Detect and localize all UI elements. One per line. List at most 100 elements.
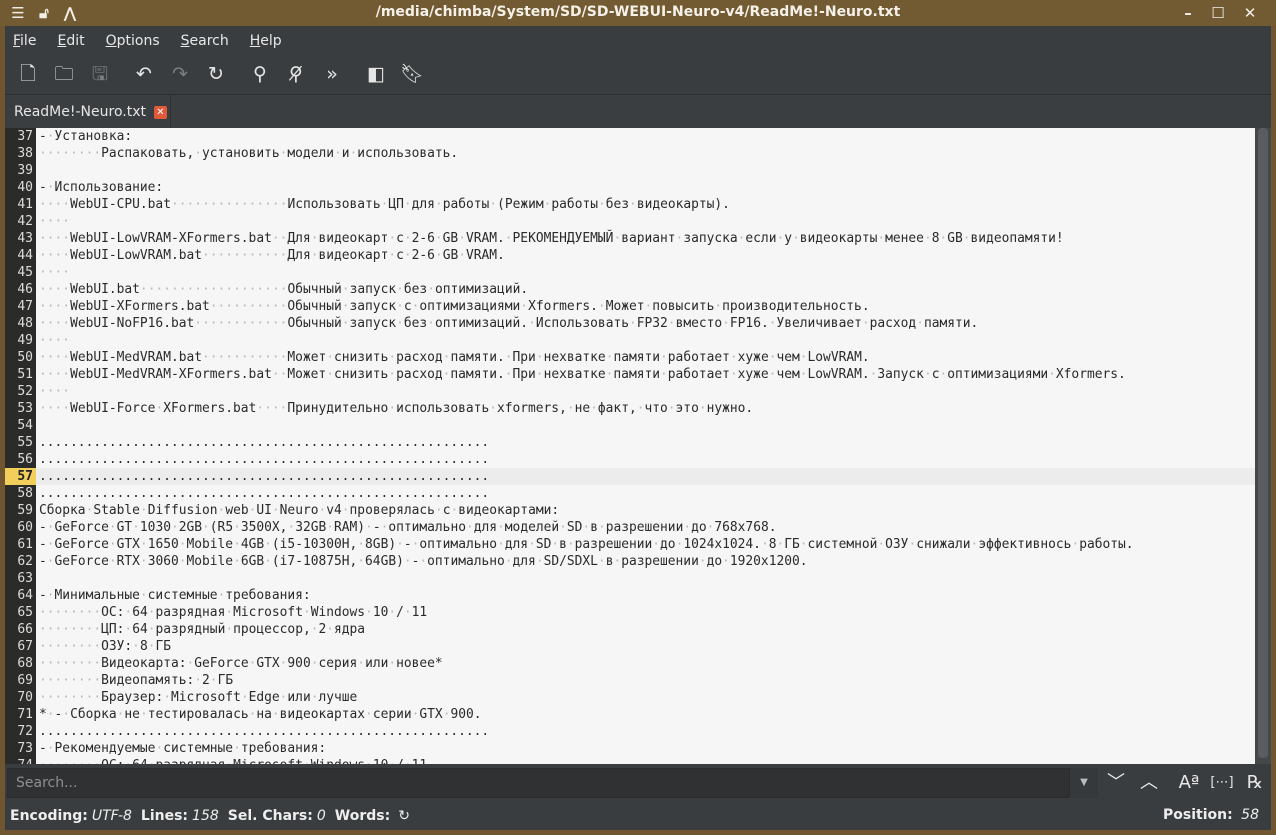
line-number: 74: [5, 757, 36, 764]
line-text: [39, 264, 70, 281]
line-text: - Использование:: [39, 179, 163, 196]
editor-line[interactable]: 39: [5, 162, 1255, 179]
line-text: [39, 383, 70, 400]
editor-line[interactable]: 62 - GeForce RTX 3060 Mobile 6GB (i7-1087…: [5, 553, 1255, 570]
menu-search[interactable]: Search: [181, 31, 229, 51]
tab-readme[interactable]: ReadMe!-Neuro.txt ✕: [5, 95, 171, 129]
maximize-button[interactable]: ☐: [1208, 3, 1228, 23]
scrollbar-thumb[interactable]: [1258, 128, 1268, 758]
tab-close-icon[interactable]: ✕: [153, 105, 167, 119]
line-number: 64: [17, 588, 33, 603]
line-number: 44: [17, 248, 33, 263]
menu-edit[interactable]: Edit: [57, 31, 84, 51]
side-pane-icon[interactable]: ◧: [363, 61, 389, 87]
editor-line[interactable]: 51 WebUI-MedVRAM-XFormers.bat Может сниз…: [5, 366, 1255, 383]
editor-line[interactable]: 50 WebUI-MedVRAM.bat Может снизить расхо…: [5, 349, 1255, 366]
editor-line[interactable]: 72......................................…: [5, 723, 1255, 740]
editor-line[interactable]: 48 WebUI-NoFP16.bat Обычный запуск без о…: [5, 315, 1255, 332]
editor-line[interactable]: 52: [5, 383, 1255, 400]
editor-line[interactable]: 58......................................…: [5, 485, 1255, 502]
redo-icon[interactable]: ↷: [167, 61, 193, 87]
editor-line[interactable]: 67 ОЗУ: 8 ГБ: [5, 638, 1255, 655]
line-text: ........................................…: [39, 486, 490, 501]
editor-line[interactable]: 38 Распаковать, установить модели и испо…: [5, 145, 1255, 162]
line-text: - GeForce GTX 1650 Mobile 4GB (i5-10300H…: [39, 536, 1134, 553]
minimize-button[interactable]: –: [1178, 3, 1198, 23]
editor-line[interactable]: 60 - GeForce GT 1030 2GB (R5 3500X, 32GB …: [5, 519, 1255, 536]
search-input[interactable]: [7, 768, 1070, 798]
line-text: WebUI-Force XFormers.bat Принудительно и…: [39, 400, 753, 417]
editor-line[interactable]: 53 WebUI-Force XFormers.bat Принудительн…: [5, 400, 1255, 417]
editor-line[interactable]: 63: [5, 570, 1255, 587]
editor-line[interactable]: 69 Видеопамять: 2 ГБ: [5, 672, 1255, 689]
editor-line[interactable]: 42: [5, 213, 1255, 230]
match-case-button[interactable]: Aª: [1174, 768, 1204, 798]
editor-line[interactable]: 41 WebUI-CPU.bat Использовать ЦП для раб…: [5, 196, 1255, 213]
open-folder-icon[interactable]: 🗀: [51, 61, 77, 87]
close-button[interactable]: ✕: [1240, 3, 1260, 23]
line-number: 70: [17, 690, 33, 705]
encoding-label: Encoding:: [10, 807, 88, 824]
toolbar: 🗋 🗀 🖫 ↶ ↷ ↻ ⚲ ⚲̸ » ◧ 🔖︎: [5, 55, 1271, 93]
line-number: 60: [17, 520, 33, 535]
editor-line[interactable]: 61 - GeForce GTX 1650 Mobile 4GB (i5-1030…: [5, 536, 1255, 553]
new-file-icon[interactable]: 🗋: [15, 61, 41, 87]
text-editor[interactable]: 37- Установка:38 Распаковать, установить…: [5, 128, 1255, 764]
line-text: [39, 213, 70, 230]
editor-lines: 37- Установка:38 Распаковать, установить…: [5, 128, 1255, 764]
words-label: Words:: [334, 807, 391, 824]
line-text: * - Сборка не тестировалась на видеокарт…: [39, 706, 482, 723]
editor-line[interactable]: 71 * - Сборка не тестировалась на видеока…: [5, 706, 1255, 723]
editor-line[interactable]: 49: [5, 332, 1255, 349]
editor-line[interactable]: 37 - Установка:: [5, 128, 1255, 145]
editor-line[interactable]: 57......................................…: [5, 468, 1255, 485]
editor-line[interactable]: 59 Сборка Stable Diffusion web UI Neuro v…: [5, 502, 1255, 519]
go-to-line-icon[interactable]: »: [319, 61, 345, 87]
undo-icon[interactable]: ↶: [131, 61, 157, 87]
editor-line[interactable]: 70 Браузер: Microsoft Edge или лучше: [5, 689, 1255, 706]
save-icon[interactable]: 🖫: [87, 61, 113, 87]
editor-line[interactable]: 74 ОС: 64 разрядная Microsoft Windows 10…: [5, 757, 1255, 764]
editor-line[interactable]: 68 Видеокарта: GeForce GTX 900 серия или…: [5, 655, 1255, 672]
editor-line[interactable]: 40 - Использование:: [5, 179, 1255, 196]
reload-icon[interactable]: ↻: [203, 61, 229, 87]
line-text: - Рекомендуемые системные требования:: [39, 740, 326, 757]
menu-help[interactable]: Help: [250, 31, 282, 51]
line-number: 61: [17, 537, 33, 552]
line-text: ........................................…: [39, 724, 490, 739]
count-words-icon[interactable]: ↻: [398, 808, 410, 824]
search-bar: ▼ ﹀ ︿ Aª [⋯] ℞: [5, 765, 1271, 801]
line-text: ОС: 64 разрядная Microsoft Windows 10 / …: [39, 757, 427, 764]
editor-line[interactable]: 66 ЦП: 64 разрядный процессор, 2 ядра: [5, 621, 1255, 638]
find-icon[interactable]: ⚲: [247, 61, 273, 87]
line-text: [39, 332, 70, 349]
find-replace-icon[interactable]: ⚲̸: [283, 61, 309, 87]
line-text: ЦП: 64 разрядный процессор, 2 ядра: [39, 621, 365, 638]
vertical-scrollbar[interactable]: [1255, 128, 1271, 764]
find-next-button[interactable]: ﹀: [1101, 768, 1131, 798]
editor-line[interactable]: 45: [5, 264, 1255, 281]
bookmark-icon[interactable]: 🔖︎: [399, 61, 425, 87]
editor-line[interactable]: 64 - Минимальные системные требования:: [5, 587, 1255, 604]
find-previous-button[interactable]: ︿: [1134, 768, 1164, 798]
search-history-dropdown[interactable]: ▼: [1070, 768, 1098, 798]
editor-line[interactable]: 55......................................…: [5, 434, 1255, 451]
editor-line[interactable]: 56......................................…: [5, 451, 1255, 468]
line-number: 69: [17, 673, 33, 688]
line-number: 54: [17, 418, 33, 433]
line-number: 41: [17, 197, 33, 212]
editor-line[interactable]: 47 WebUI-XFormers.bat Обычный запуск с о…: [5, 298, 1255, 315]
app-window: File Edit Options Search Help 🗋 🗀 🖫 ↶ ↷ …: [5, 26, 1271, 830]
whole-word-button[interactable]: [⋯]: [1207, 768, 1237, 798]
editor-line[interactable]: 46 WebUI.bat Обычный запуск без оптимиза…: [5, 281, 1255, 298]
editor-line[interactable]: 44 WebUI-LowVRAM.bat Для видеокарт с 2-6…: [5, 247, 1255, 264]
editor-line[interactable]: 73 - Рекомендуемые системные требования:: [5, 740, 1255, 757]
line-number: 68: [17, 656, 33, 671]
editor-line[interactable]: 65 ОС: 64 разрядная Microsoft Windows 10…: [5, 604, 1255, 621]
sel-chars-value: 0: [316, 807, 326, 824]
regex-button[interactable]: ℞: [1240, 768, 1270, 798]
menu-file[interactable]: File: [13, 31, 36, 51]
editor-line[interactable]: 54: [5, 417, 1255, 434]
menu-options[interactable]: Options: [106, 31, 160, 51]
editor-line[interactable]: 43 WebUI-LowVRAM-XFormers.bat Для видеок…: [5, 230, 1255, 247]
